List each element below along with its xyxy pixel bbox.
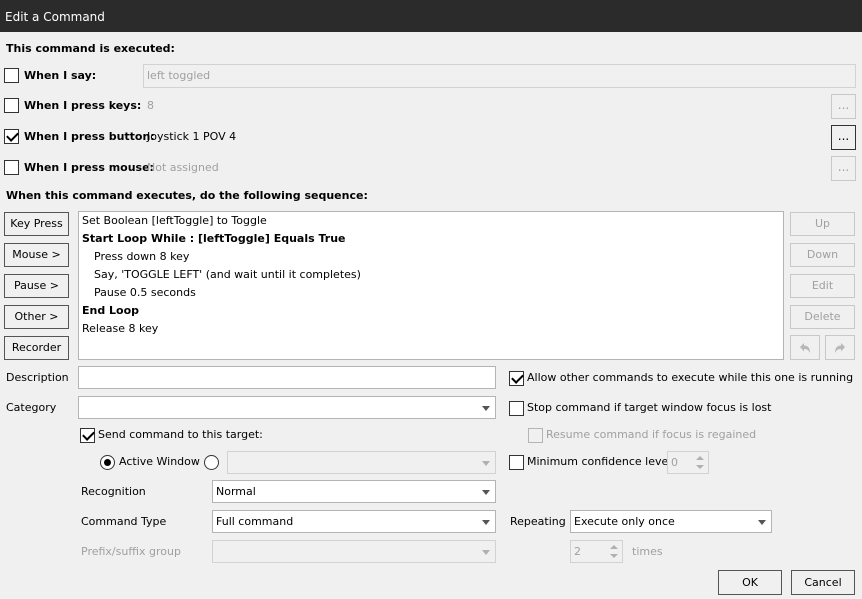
key-press-button[interactable]: Key Press [4, 212, 69, 236]
active-window-label: Active Window [119, 455, 200, 468]
sequence-item[interactable]: End Loop [82, 302, 139, 320]
sequence-item[interactable]: Pause 0.5 seconds [94, 284, 196, 302]
sequence-item[interactable]: Say, 'TOGGLE LEFT' (and wait until it co… [94, 266, 361, 284]
say-value: left toggled [147, 69, 211, 82]
mouse-value: Not assigned [147, 161, 219, 174]
prefix-suffix-combobox[interactable] [212, 540, 496, 563]
window-title: Edit a Command [5, 10, 105, 24]
say-input[interactable]: left toggled [143, 64, 856, 88]
keys-label: When I press keys: [24, 99, 142, 112]
description-input[interactable] [78, 366, 496, 389]
repeating-combobox[interactable]: Execute only once [570, 510, 772, 533]
stop-focus-label: Stop command if target window focus is l… [527, 401, 772, 414]
say-checkbox[interactable] [4, 68, 19, 83]
prefix-suffix-label: Prefix/suffix group [81, 545, 181, 558]
spin-down-icon [610, 554, 618, 558]
button-assign-button[interactable]: ... [831, 125, 856, 150]
times-label: times [632, 545, 663, 558]
spin-up-icon [610, 545, 618, 549]
sequence-list[interactable]: Set Boolean [leftToggle] to Toggle Start… [78, 211, 784, 360]
button-value: Joystick 1 POV 4 [147, 130, 237, 143]
active-window-radio[interactable] [100, 455, 115, 470]
button-label: When I press button: [24, 130, 155, 143]
other-button[interactable]: Other > [4, 305, 69, 329]
undo-button[interactable] [790, 335, 820, 360]
send-target-checkbox[interactable] [80, 428, 95, 443]
down-button[interactable]: Down [790, 243, 855, 267]
mouse-button[interactable]: Mouse > [4, 243, 69, 267]
repeating-label: Repeating [510, 515, 566, 528]
keys-checkbox[interactable] [4, 98, 19, 113]
mouse-label: When I press mouse: [24, 161, 154, 174]
sequence-item[interactable]: Release 8 key [82, 320, 158, 338]
spin-down-icon [696, 465, 704, 469]
repeat-times-spinner[interactable]: 2 [570, 540, 623, 563]
sequence-item[interactable]: Set Boolean [leftToggle] to Toggle [82, 212, 267, 230]
resume-focus-label: Resume command if focus is regained [546, 428, 757, 441]
redo-button[interactable] [825, 335, 855, 360]
title-bar: Edit a Command [0, 0, 862, 32]
keys-value: 8 [147, 99, 154, 112]
description-label: Description [6, 371, 69, 384]
ok-button[interactable]: OK [718, 570, 782, 595]
redo-icon [835, 343, 845, 353]
stop-focus-checkbox[interactable] [509, 401, 524, 416]
chevron-down-icon [482, 406, 490, 411]
pause-button[interactable]: Pause > [4, 274, 69, 298]
delete-button[interactable]: Delete [790, 305, 855, 329]
min-confidence-label: Minimum confidence level [527, 455, 672, 468]
executed-heading: This command is executed: [6, 42, 175, 55]
recognition-label: Recognition [81, 485, 146, 498]
keys-assign-button[interactable]: ... [831, 94, 856, 119]
chevron-down-icon [482, 490, 490, 495]
repeating-value: Execute only once [574, 515, 675, 528]
sequence-item[interactable]: Start Loop While : [leftToggle] Equals T… [82, 230, 346, 248]
recognition-value: Normal [216, 485, 256, 498]
chevron-down-icon [482, 520, 490, 525]
command-type-label: Command Type [81, 515, 167, 528]
resume-focus-checkbox[interactable] [528, 428, 543, 443]
target-combobox[interactable] [227, 451, 496, 474]
button-checkbox[interactable] [4, 129, 19, 144]
recognition-combobox[interactable]: Normal [212, 480, 496, 503]
mouse-checkbox[interactable] [4, 160, 19, 175]
up-button[interactable]: Up [790, 212, 855, 236]
undo-icon [800, 343, 810, 353]
category-label: Category [6, 401, 57, 414]
chevron-down-icon [482, 550, 490, 555]
sequence-item[interactable]: Press down 8 key [94, 248, 189, 266]
other-target-radio[interactable] [204, 455, 219, 470]
mouse-assign-button[interactable]: ... [831, 156, 856, 181]
say-label: When I say: [24, 69, 97, 82]
send-target-label: Send command to this target: [98, 428, 263, 441]
cancel-button[interactable]: Cancel [791, 570, 855, 595]
command-type-value: Full command [216, 515, 294, 528]
sequence-heading: When this command executes, do the follo… [6, 189, 368, 202]
spin-up-icon [696, 456, 704, 460]
recorder-button[interactable]: Recorder [4, 336, 69, 360]
min-confidence-checkbox[interactable] [509, 455, 524, 470]
min-confidence-spinner[interactable]: 0 [667, 451, 709, 474]
category-combobox[interactable] [78, 396, 496, 419]
edit-button[interactable]: Edit [790, 274, 855, 298]
chevron-down-icon [482, 461, 490, 466]
command-type-combobox[interactable]: Full command [212, 510, 496, 533]
chevron-down-icon [758, 520, 766, 525]
allow-other-label: Allow other commands to execute while th… [527, 371, 854, 384]
allow-other-checkbox[interactable] [509, 371, 524, 386]
